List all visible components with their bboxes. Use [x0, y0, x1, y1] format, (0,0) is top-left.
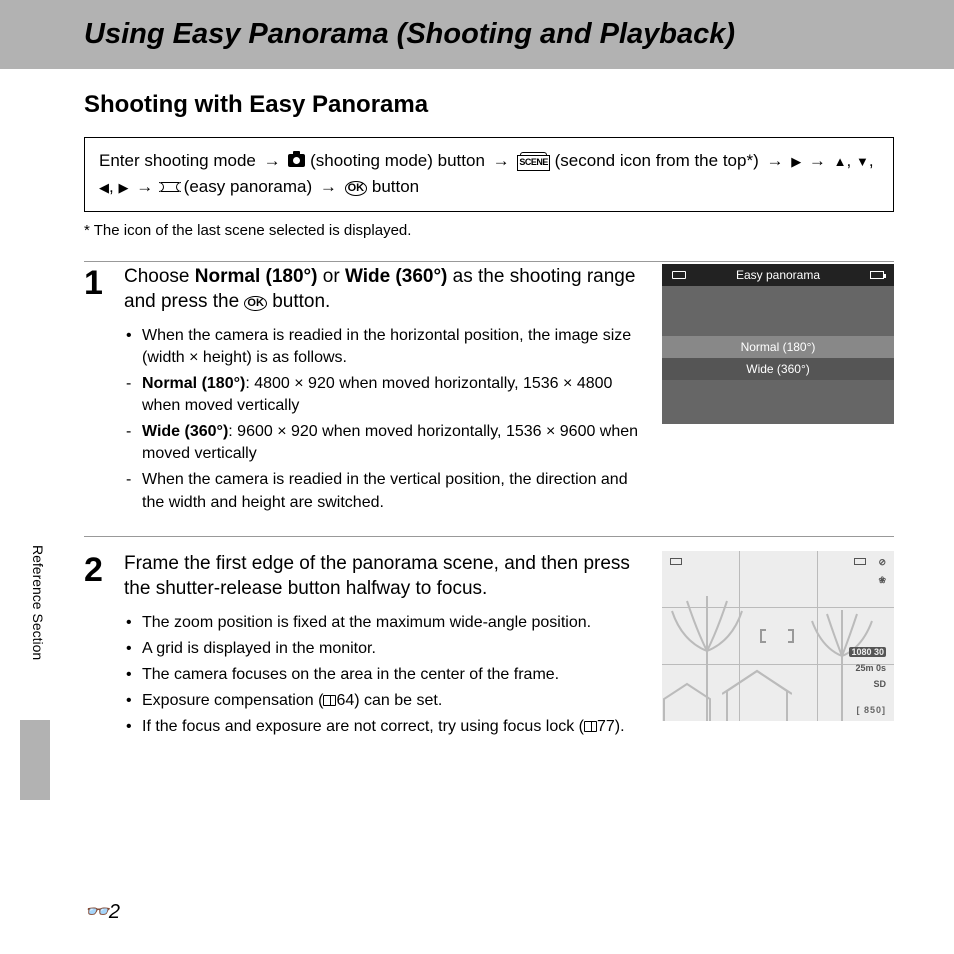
- navigation-path-box: Enter shooting mode (shooting mode) butt…: [84, 137, 894, 212]
- step-1: 1 Choose Normal (180°) or Wide (360°) as…: [84, 264, 894, 518]
- focus-bracket-icon: [760, 629, 766, 643]
- ok-button-icon: OK: [244, 296, 267, 311]
- menu-option-wide: Wide (360°): [662, 358, 894, 380]
- ok-button-icon: OK: [345, 181, 368, 196]
- spectacles-icon: 👓: [84, 901, 109, 923]
- section-tab-marker: [20, 720, 50, 800]
- focus-bracket-icon: [788, 629, 794, 643]
- camera-viewfinder-preview: ⊘ ❀ 1080 30 25m 0s SD [ 850]: [662, 551, 894, 721]
- hud-flash-icon: ⊘: [878, 557, 886, 568]
- step-number: 1: [84, 264, 124, 518]
- camera-icon: [288, 154, 305, 167]
- list-item: A grid is displayed in the monitor.: [124, 638, 644, 660]
- step-heading: Frame the first edge of the panorama sce…: [124, 551, 644, 602]
- book-icon: [584, 721, 597, 732]
- battery-icon: [870, 271, 884, 279]
- triangle-down-icon: ▼: [856, 154, 869, 169]
- hud-sd-icon: SD: [873, 679, 886, 689]
- step-2: 2 Frame the first edge of the panorama s…: [84, 536, 894, 743]
- book-icon: [323, 695, 336, 706]
- step-number: 2: [84, 551, 124, 743]
- step-heading: Choose Normal (180°) or Wide (360°) as t…: [124, 264, 644, 315]
- triangle-right-icon: ▶: [791, 154, 801, 169]
- steps-list: 1 Choose Normal (180°) or Wide (360°) as…: [84, 261, 894, 743]
- list-item: If the focus and exposure are not correc…: [124, 716, 644, 738]
- panorama-icon: [672, 271, 686, 279]
- arrow-icon: [763, 151, 786, 170]
- menu-title: Easy panorama: [736, 268, 820, 282]
- list-item: Wide (360°): 9600 × 920 when moved horiz…: [124, 421, 644, 465]
- nav-text: (easy panorama): [184, 177, 317, 196]
- footnote-text: The icon of the last scene selected is d…: [84, 222, 894, 239]
- hud-mode-icon: [670, 557, 682, 567]
- list-item: Normal (180°): 4800 × 920 when moved hor…: [124, 373, 644, 417]
- nav-text: button: [372, 177, 419, 196]
- list-item: When the camera is readied in the horizo…: [124, 325, 644, 369]
- list-item: When the camera is readied in the vertic…: [124, 469, 644, 513]
- arrow-icon: [317, 177, 340, 196]
- nav-text: (second icon from the top*): [555, 151, 764, 170]
- triangle-up-icon: ▲: [834, 154, 847, 169]
- section-title: Shooting with Easy Panorama: [84, 91, 954, 119]
- title-banner: Using Easy Panorama (Shooting and Playba…: [0, 0, 954, 69]
- hud-resolution: 1080 30: [849, 647, 886, 657]
- hut-illustration: [662, 681, 712, 721]
- hud-shots-remaining: [ 850]: [856, 705, 886, 715]
- triangle-right-icon: ▶: [118, 180, 128, 195]
- list-item: The zoom position is fixed at the maximu…: [124, 612, 644, 634]
- arrow-icon: [261, 151, 284, 170]
- page-number: 👓2: [84, 899, 120, 924]
- section-tab-label: Reference Section: [30, 545, 46, 660]
- page-title: Using Easy Panorama (Shooting and Playba…: [84, 18, 954, 51]
- scene-icon: SCENE: [517, 155, 550, 171]
- triangle-left-icon: ◀: [99, 180, 109, 195]
- nav-text: (shooting mode) button: [310, 151, 490, 170]
- hud-rec-time: 25m 0s: [855, 663, 886, 673]
- hud-battery-icon: [854, 557, 866, 567]
- arrow-icon: [490, 151, 513, 170]
- arrow-icon: [133, 177, 156, 196]
- hud-macro-icon: ❀: [878, 575, 886, 586]
- arrow-icon: [806, 151, 829, 170]
- camera-menu-preview: Easy panorama Normal (180°) Wide (360°): [662, 264, 894, 424]
- nav-text: Enter shooting mode: [99, 151, 261, 170]
- list-item: Exposure compensation (64) can be set.: [124, 690, 644, 712]
- list-item: The camera focuses on the area in the ce…: [124, 664, 644, 686]
- hut-illustration: [722, 666, 792, 721]
- menu-option-normal: Normal (180°): [662, 336, 894, 358]
- panorama-icon: [161, 182, 179, 192]
